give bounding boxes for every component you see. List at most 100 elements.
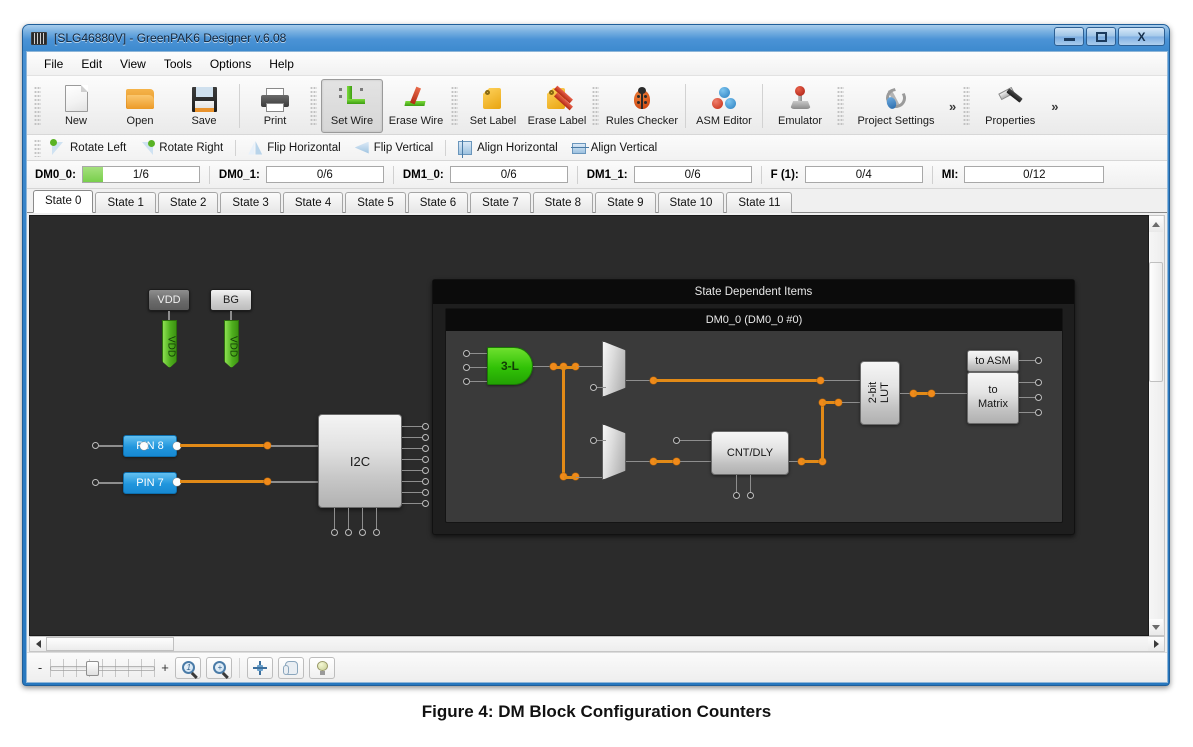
- set-wire-button[interactable]: Set Wire: [321, 79, 383, 133]
- menu-item-help[interactable]: Help: [260, 54, 303, 74]
- wire-orange[interactable]: [562, 366, 565, 477]
- flip-vertical-button[interactable]: Flip Vertical: [348, 139, 440, 157]
- to-asm-out-port[interactable]: [1035, 357, 1042, 364]
- toolbar-grip[interactable]: [310, 86, 317, 126]
- to-asm-block[interactable]: to ASM: [967, 350, 1019, 372]
- i2c-out-port-2[interactable]: [422, 434, 429, 441]
- counter-progress[interactable]: 0/6: [449, 166, 568, 183]
- properties-button[interactable]: Properties: [974, 79, 1046, 133]
- rotate-left-button[interactable]: Rotate Left: [44, 138, 133, 157]
- tab-state-2[interactable]: State 2: [157, 192, 219, 213]
- pin8-input-port[interactable]: [92, 442, 99, 449]
- vertical-scroll-thumb[interactable]: [1149, 262, 1163, 382]
- gate-input-port-1[interactable]: [463, 350, 470, 357]
- canvas-horizontal-scrollbar[interactable]: [29, 636, 1165, 652]
- tab-state-4[interactable]: State 4: [282, 192, 344, 213]
- pin8-block[interactable]: PIN 8: [123, 435, 177, 457]
- i2c-bottom-port-4[interactable]: [373, 529, 380, 536]
- wire-orange[interactable]: [556, 366, 576, 369]
- wire-orange[interactable]: [821, 402, 824, 462]
- pin7-block[interactable]: PIN 7: [123, 472, 177, 494]
- scroll-down-button[interactable]: [1149, 619, 1163, 635]
- menu-item-options[interactable]: Options: [201, 54, 260, 74]
- wire-node[interactable]: [817, 377, 824, 384]
- to-matrix-block[interactable]: to Matrix: [967, 372, 1019, 424]
- asm-editor-button[interactable]: ASM Editor: [690, 79, 758, 133]
- i2c-out-port-4[interactable]: [422, 456, 429, 463]
- i2c-out-port-3[interactable]: [422, 445, 429, 452]
- toolbar2-grip[interactable]: [34, 138, 41, 157]
- i2c-bottom-port-2[interactable]: [345, 529, 352, 536]
- zoom-one-to-one-button[interactable]: 1: [175, 656, 201, 679]
- cnt-dly-input-port[interactable]: [673, 437, 680, 444]
- i2c-out-port-5[interactable]: [422, 467, 429, 474]
- toolbar-grip[interactable]: [451, 86, 458, 126]
- maximize-button[interactable]: [1086, 27, 1116, 46]
- horizontal-scroll-thumb[interactable]: [46, 637, 174, 651]
- cnt-dly-block[interactable]: CNT/DLY: [711, 431, 789, 475]
- erase-wire-button[interactable]: Erase Wire: [385, 79, 447, 133]
- wire-node[interactable]: [928, 390, 935, 397]
- close-button[interactable]: X: [1118, 27, 1165, 46]
- i2c-out-port-6[interactable]: [422, 478, 429, 485]
- i2c-block[interactable]: I2C: [318, 414, 402, 508]
- cnt-dly-bottom-port-1[interactable]: [733, 492, 740, 499]
- vdd-tag-2[interactable]: VDD: [224, 320, 239, 368]
- align-horizontal-button[interactable]: Align Horizontal: [451, 139, 565, 158]
- bg-block[interactable]: BG: [210, 289, 252, 311]
- highlight-button[interactable]: [309, 656, 335, 679]
- counter-progress[interactable]: 0/4: [804, 166, 923, 183]
- set-label-button[interactable]: Set Label: [462, 79, 524, 133]
- print-button[interactable]: Print: [244, 79, 306, 133]
- wire-orange[interactable]: [654, 379, 820, 382]
- i2c-bottom-port-3[interactable]: [359, 529, 366, 536]
- to-matrix-out-port-2[interactable]: [1035, 394, 1042, 401]
- wire-node[interactable]: [673, 458, 680, 465]
- wire-node[interactable]: [835, 399, 842, 406]
- tab-state-10[interactable]: State 10: [657, 192, 725, 213]
- menu-item-tools[interactable]: Tools: [155, 54, 201, 74]
- lower-mux-select-port[interactable]: [590, 437, 597, 444]
- hand-button[interactable]: [278, 656, 304, 679]
- project-settings-button[interactable]: Project Settings: [848, 79, 944, 133]
- i2c-out-port-1[interactable]: [422, 423, 429, 430]
- pin8-output-node[interactable]: [140, 442, 148, 450]
- flip-horizontal-button[interactable]: Flip Horizontal: [241, 139, 348, 157]
- pan-button[interactable]: [247, 656, 273, 679]
- wire-orange[interactable]: [564, 476, 576, 479]
- pin7-input-port[interactable]: [92, 479, 99, 486]
- title-bar[interactable]: [SLG46880V] - GreenPAK6 Designer v.6.08 …: [23, 25, 1169, 51]
- counter-progress[interactable]: 1/6: [81, 166, 200, 183]
- vdd-tag-1[interactable]: VDD: [162, 320, 177, 368]
- tab-state-7[interactable]: State 7: [470, 192, 531, 213]
- tab-state-8[interactable]: State 8: [532, 192, 594, 213]
- menu-item-view[interactable]: View: [111, 54, 155, 74]
- counter-progress[interactable]: 0/6: [633, 166, 752, 183]
- save-button[interactable]: Save: [173, 79, 235, 133]
- toolbar-grip[interactable]: [34, 86, 41, 126]
- tab-state-3[interactable]: State 3: [220, 192, 281, 213]
- counter-progress[interactable]: 0/12: [964, 166, 1105, 183]
- to-matrix-out-port-3[interactable]: [1035, 409, 1042, 416]
- cnt-dly-bottom-port-2[interactable]: [747, 492, 754, 499]
- menu-item-file[interactable]: File: [35, 54, 72, 74]
- canvas-vertical-scrollbar[interactable]: [1149, 215, 1165, 636]
- tab-state-9[interactable]: State 9: [595, 192, 656, 213]
- counter-progress[interactable]: 0/6: [265, 166, 384, 183]
- gate-input-port-2[interactable]: [463, 364, 470, 371]
- gate-input-port-3[interactable]: [463, 378, 470, 385]
- align-vertical-button[interactable]: Align Vertical: [565, 139, 664, 157]
- wire-orange[interactable]: [180, 480, 267, 483]
- upper-mux-select-port[interactable]: [590, 384, 597, 391]
- new-button[interactable]: New: [45, 79, 107, 133]
- zoom-slider-knob[interactable]: [86, 660, 99, 676]
- tab-state-1[interactable]: State 1: [95, 192, 156, 213]
- minimize-button[interactable]: [1054, 27, 1084, 46]
- to-matrix-out-port-1[interactable]: [1035, 379, 1042, 386]
- menu-item-edit[interactable]: Edit: [72, 54, 111, 74]
- zoom-slider[interactable]: [50, 658, 155, 677]
- open-button[interactable]: Open: [109, 79, 171, 133]
- wire-orange[interactable]: [654, 460, 675, 463]
- scroll-up-button[interactable]: [1149, 216, 1163, 232]
- three-input-gate[interactable]: 3-L: [487, 347, 533, 385]
